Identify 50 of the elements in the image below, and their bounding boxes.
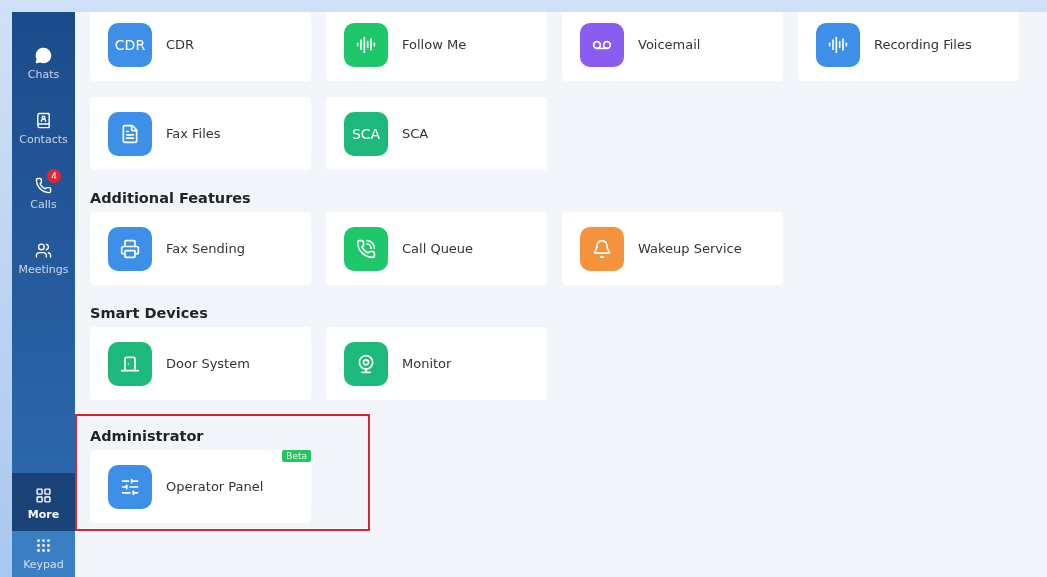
sidebar-item[interactable]: More xyxy=(12,473,75,531)
feature-card[interactable]: Operator Panel Beta xyxy=(90,450,311,523)
webcam-icon xyxy=(356,353,376,374)
feature-label: Follow Me xyxy=(402,37,467,52)
feature-label: Fax Files xyxy=(166,126,221,141)
contact-book-icon xyxy=(35,112,52,129)
section-heading: Smart Devices xyxy=(90,305,209,321)
feature-label: Call Queue xyxy=(402,241,474,256)
feature-card[interactable]: Fax Sending xyxy=(90,212,311,285)
sidebar-item[interactable]: Meetings xyxy=(12,236,75,282)
feature-card[interactable]: CDR CDR xyxy=(90,12,311,81)
app-tile: SCA xyxy=(344,111,388,156)
feature-label: Operator Panel xyxy=(166,479,264,494)
app-tile: CDR xyxy=(108,22,152,67)
feature-label: Recording Files xyxy=(874,37,972,52)
keypad-icon xyxy=(35,537,52,554)
sidebar-item[interactable]: 4 Calls xyxy=(12,171,75,217)
feature-label: Door System xyxy=(166,356,250,371)
feature-card[interactable]: Monitor xyxy=(326,327,547,400)
audio-file-icon xyxy=(356,34,376,55)
sliders-icon xyxy=(120,476,140,497)
printer-icon xyxy=(120,238,140,259)
section-heading: Additional Features xyxy=(90,190,252,206)
feature-label: Monitor xyxy=(402,356,452,371)
feature-card[interactable]: Follow Me xyxy=(326,12,547,81)
grid-icon xyxy=(35,487,52,504)
sidebar-item[interactable]: Chats xyxy=(12,41,75,87)
feature-label: Fax Sending xyxy=(166,241,245,256)
feature-card[interactable]: Call Queue xyxy=(326,212,547,285)
sidebar-item[interactable]: Contacts xyxy=(12,106,75,152)
chat-bubble-icon xyxy=(35,47,52,64)
audio-file-icon xyxy=(828,34,848,55)
feature-card[interactable]: Recording Files xyxy=(798,12,1019,81)
beta-tag: Beta xyxy=(282,450,311,462)
bell-icon xyxy=(592,238,612,259)
section-heading: Administrator xyxy=(90,428,205,444)
feature-card[interactable]: Fax Files xyxy=(90,97,311,170)
phone-call-icon xyxy=(356,238,376,259)
feature-label: Voicemail xyxy=(638,37,701,52)
feature-label: CDR xyxy=(166,37,195,52)
feature-card[interactable]: Wakeup Service xyxy=(562,212,783,285)
count-badge: 4 xyxy=(47,169,61,183)
feature-label: SCA xyxy=(402,126,429,141)
feature-card[interactable]: Voicemail xyxy=(562,12,783,81)
feature-card[interactable]: Door System xyxy=(90,327,311,400)
people-icon xyxy=(35,242,52,259)
phone-icon xyxy=(35,177,52,194)
feature-label: Wakeup Service xyxy=(638,241,742,256)
feature-card[interactable]: SCA SCA xyxy=(326,97,547,170)
document-icon xyxy=(120,123,140,144)
